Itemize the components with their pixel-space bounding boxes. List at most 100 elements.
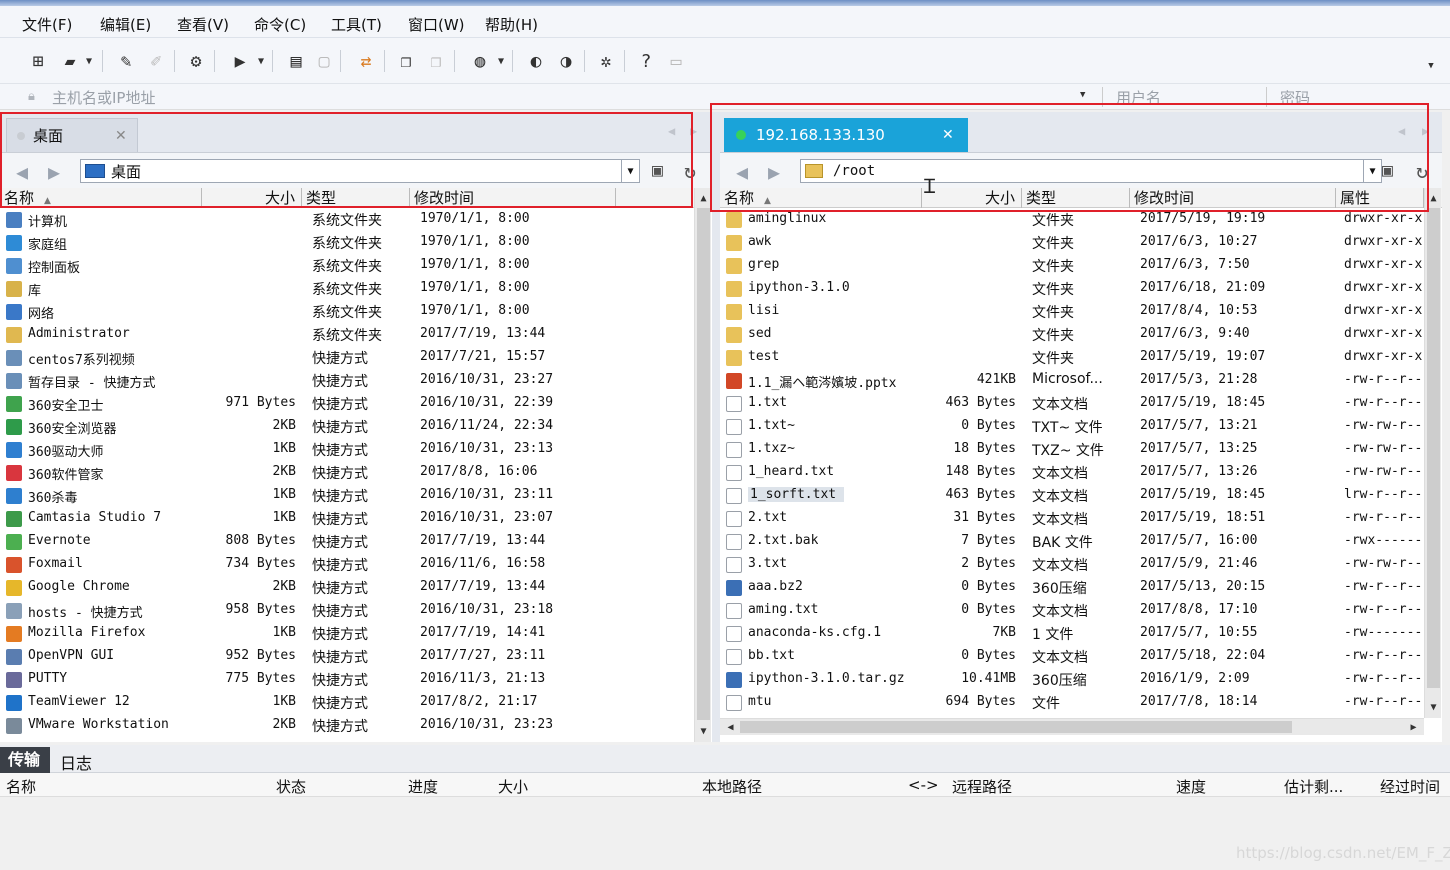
file-type: 快捷方式 <box>312 673 368 689</box>
table-row[interactable]: 360软件管家 2KB 快捷方式 2017/8/8, 16:06 <box>0 461 694 484</box>
table-row[interactable]: 暂存目录 - 快捷方式 快捷方式 2016/10/31, 23:27 <box>0 369 694 392</box>
open-dropdown-icon[interactable]: ▼ <box>82 49 96 73</box>
xftp-icon[interactable]: ◑ <box>554 49 578 73</box>
globe-dropdown-icon[interactable]: ▼ <box>494 49 508 73</box>
table-row[interactable]: 2.txt 31 Bytes 文本文档 2017/5/19, 18:51 -rw-r--… <box>720 507 1424 530</box>
menu-edit[interactable]: 编辑(E) <box>100 14 151 35</box>
menu-view[interactable]: 查看(V) <box>177 14 229 35</box>
copy-icon[interactable]: ❐ <box>394 49 418 73</box>
table-row[interactable]: 1_sorft.txt 463 Bytes 文本文档 2017/5/19, 18:45… <box>720 484 1424 507</box>
transfer-icon[interactable]: ⇄ <box>354 49 378 73</box>
table-row[interactable]: Evernote 808 Bytes 快捷方式 2017/7/19, 13:44 <box>0 530 694 553</box>
table-row[interactable]: mtu 694 Bytes 文件 2017/7/8, 18:14 -rw-r--r-- <box>720 691 1424 714</box>
table-row[interactable]: 家庭组 系统文件夹 1970/1/1, 8:00 <box>0 231 694 254</box>
chat-icon[interactable]: ▭ <box>664 49 688 73</box>
table-row[interactable]: 控制面板 系统文件夹 1970/1/1, 8:00 <box>0 254 694 277</box>
toolbar-overflow-icon[interactable]: ▼ <box>1424 54 1438 78</box>
menu-file[interactable]: 文件(F) <box>22 14 72 35</box>
table-row[interactable]: Camtasia Studio 7 1KB 快捷方式 2016/10/31, 23:0… <box>0 507 694 530</box>
table-row[interactable]: 1_heard.txt 148 Bytes 文本文档 2017/5/7, 13:26 -… <box>720 461 1424 484</box>
table-row[interactable]: 360安全卫士 971 Bytes 快捷方式 2016/10/31, 22:39 <box>0 392 694 415</box>
gear-icon[interactable]: ✲ <box>594 49 618 73</box>
table-row[interactable]: 1.txz~ 18 Bytes TXZ~ 文件 2017/5/7, 13:25 -rw-… <box>720 438 1424 461</box>
xfer-col-direction[interactable]: <-> <box>908 776 939 794</box>
local-vertical-scrollbar[interactable]: ▲ ▼ <box>694 188 711 742</box>
xfer-col-name[interactable]: 名称 <box>6 776 36 797</box>
globe-icon[interactable]: ◍ <box>468 49 492 73</box>
table-row[interactable]: ipython-3.1.0 文件夹 2017/6/18, 21:09 drwxr-xr… <box>720 277 1424 300</box>
remote-vertical-scrollbar[interactable]: ▲ ▼ <box>1424 188 1441 718</box>
table-row[interactable]: ipython-3.1.0.tar.gz 10.41MB 360压缩 2016/1/9… <box>720 668 1424 691</box>
menu-window[interactable]: 窗口(W) <box>408 14 465 35</box>
xshell-icon[interactable]: ◐ <box>524 49 548 73</box>
xfer-col-local-path[interactable]: 本地路径 <box>702 776 762 797</box>
document-icon[interactable]: ▤ <box>284 49 308 73</box>
table-row[interactable]: 1.txt~ 0 Bytes TXT~ 文件 2017/5/7, 13:21 -rw-r… <box>720 415 1424 438</box>
table-row[interactable]: test 文件夹 2017/5/19, 19:07 drwxr-xr-x <box>720 346 1424 369</box>
table-row[interactable]: 1.txt 463 Bytes 文本文档 2017/5/19, 18:45 -rw-r-… <box>720 392 1424 415</box>
menu-command[interactable]: 命令(C) <box>254 14 306 35</box>
table-row[interactable]: grep 文件夹 2017/6/3, 7:50 drwxr-xr-x <box>720 254 1424 277</box>
table-row[interactable]: 1.1_漏ヘ範涔嬪坡.pptx 421KB Microsof... 2017/5/3,… <box>720 369 1424 392</box>
xfer-col-remote-path[interactable]: 远程路径 <box>952 776 1012 797</box>
table-row[interactable]: 库 系统文件夹 1970/1/1, 8:00 <box>0 277 694 300</box>
menu-tools[interactable]: 工具(T) <box>331 14 382 35</box>
xfer-col-eta[interactable]: 估计剩... <box>1284 776 1343 797</box>
table-row[interactable]: bb.txt 0 Bytes 文本文档 2017/5/18, 22:04 -rw-r--… <box>720 645 1424 668</box>
scroll-down-icon[interactable]: ▼ <box>1425 699 1442 716</box>
table-row[interactable]: Mozilla Firefox 1KB 快捷方式 2017/7/19, 14:41 <box>0 622 694 645</box>
scroll-right-icon[interactable]: ▶ <box>1405 719 1422 736</box>
xfer-col-status[interactable]: 状态 <box>276 776 306 797</box>
properties-icon[interactable]: ⚙ <box>184 49 208 73</box>
table-row[interactable]: 360安全浏览器 2KB 快捷方式 2016/11/24, 22:34 <box>0 415 694 438</box>
open-folder-icon[interactable]: ▰ <box>58 49 82 73</box>
table-row[interactable]: 360驱动大师 1KB 快捷方式 2016/10/31, 23:13 <box>0 438 694 461</box>
scroll-down-icon[interactable]: ▼ <box>695 723 712 740</box>
xfer-col-size[interactable]: 大小 <box>498 776 528 797</box>
tab-transfer[interactable]: 传输 <box>0 747 50 773</box>
table-row[interactable]: sed 文件夹 2017/6/3, 9:40 drwxr-xr-x <box>720 323 1424 346</box>
scrollbar-thumb[interactable] <box>1427 208 1440 688</box>
table-row[interactable]: OpenVPN GUI 952 Bytes 快捷方式 2017/7/27, 23:11 <box>0 645 694 668</box>
table-row[interactable]: 3.txt 2 Bytes 文本文档 2017/5/9, 21:46 -rw-rw-r-… <box>720 553 1424 576</box>
connect-icon[interactable]: ✎ <box>114 49 138 73</box>
xfer-col-progress[interactable]: 进度 <box>408 776 438 797</box>
paste-icon[interactable]: ❐ <box>424 49 448 73</box>
play-dropdown-icon[interactable]: ▼ <box>254 49 268 73</box>
play-icon[interactable]: ▶ <box>228 49 252 73</box>
new-session-icon[interactable]: ⊞ <box>26 49 50 73</box>
scrollbar-thumb[interactable] <box>740 721 1292 733</box>
table-row[interactable]: anaconda-ks.cfg.1 7KB 1 文件 2017/5/7, 10:55 -… <box>720 622 1424 645</box>
table-row[interactable]: Google Chrome 2KB 快捷方式 2017/7/19, 13:44 <box>0 576 694 599</box>
table-row[interactable]: 网络 系统文件夹 1970/1/1, 8:00 <box>0 300 694 323</box>
table-row[interactable]: lisi 文件夹 2017/8/4, 10:53 drwxr-xr-x <box>720 300 1424 323</box>
table-row[interactable]: 360杀毒 1KB 快捷方式 2016/10/31, 23:11 <box>0 484 694 507</box>
menu-help[interactable]: 帮助(H) <box>485 14 538 35</box>
document-disabled-icon[interactable]: ▢ <box>312 49 336 73</box>
table-row[interactable]: aaa.bz2 0 Bytes 360压缩 2017/5/13, 20:15 -rw-r… <box>720 576 1424 599</box>
help-icon[interactable]: ? <box>634 49 658 73</box>
table-row[interactable]: TeamViewer 12 1KB 快捷方式 2017/8/2, 21:17 <box>0 691 694 714</box>
file-size: 148 Bytes <box>945 464 1016 479</box>
table-row[interactable]: awk 文件夹 2017/6/3, 10:27 drwxr-xr-x <box>720 231 1424 254</box>
host-input[interactable]: 主机名或IP地址 <box>52 87 155 108</box>
tab-log[interactable]: 日志 <box>60 750 92 774</box>
xfer-col-speed[interactable]: 速度 <box>1176 776 1206 797</box>
table-row[interactable]: VMware Workstation 2KB 快捷方式 2016/10/31, 23:… <box>0 714 694 737</box>
file-modified: 2017/8/8, 16:06 <box>420 464 538 479</box>
table-row[interactable]: centos7系列视频 快捷方式 2017/7/21, 15:57 <box>0 346 694 369</box>
table-row[interactable]: hosts - 快捷方式 958 Bytes 快捷方式 2016/10/31, 23:… <box>0 599 694 622</box>
disconnect-icon[interactable]: ✐ <box>144 49 168 73</box>
scrollbar-thumb[interactable] <box>697 208 710 720</box>
xfer-col-elapsed[interactable]: 经过时间 <box>1380 776 1440 797</box>
host-dropdown-icon[interactable]: ▼ <box>1080 90 1085 100</box>
table-row[interactable]: aming.txt 0 Bytes 文本文档 2017/8/8, 17:10 -rw-r… <box>720 599 1424 622</box>
remote-horizontal-scrollbar[interactable]: ◀ ▶ <box>720 718 1424 735</box>
file-modified: 2017/5/9, 21:46 <box>1140 556 1258 571</box>
table-row[interactable]: 2.txt.bak 7 Bytes BAK 文件 2017/5/7, 16:00 -rw… <box>720 530 1424 553</box>
table-row[interactable]: 计算机 系统文件夹 1970/1/1, 8:00 <box>0 208 694 231</box>
table-row[interactable]: Administrator 系统文件夹 2017/7/19, 13:44 <box>0 323 694 346</box>
table-row[interactable]: PUTTY 775 Bytes 快捷方式 2016/11/3, 21:13 <box>0 668 694 691</box>
table-row[interactable]: Foxmail 734 Bytes 快捷方式 2016/11/6, 16:58 <box>0 553 694 576</box>
scroll-left-icon[interactable]: ◀ <box>722 719 739 736</box>
